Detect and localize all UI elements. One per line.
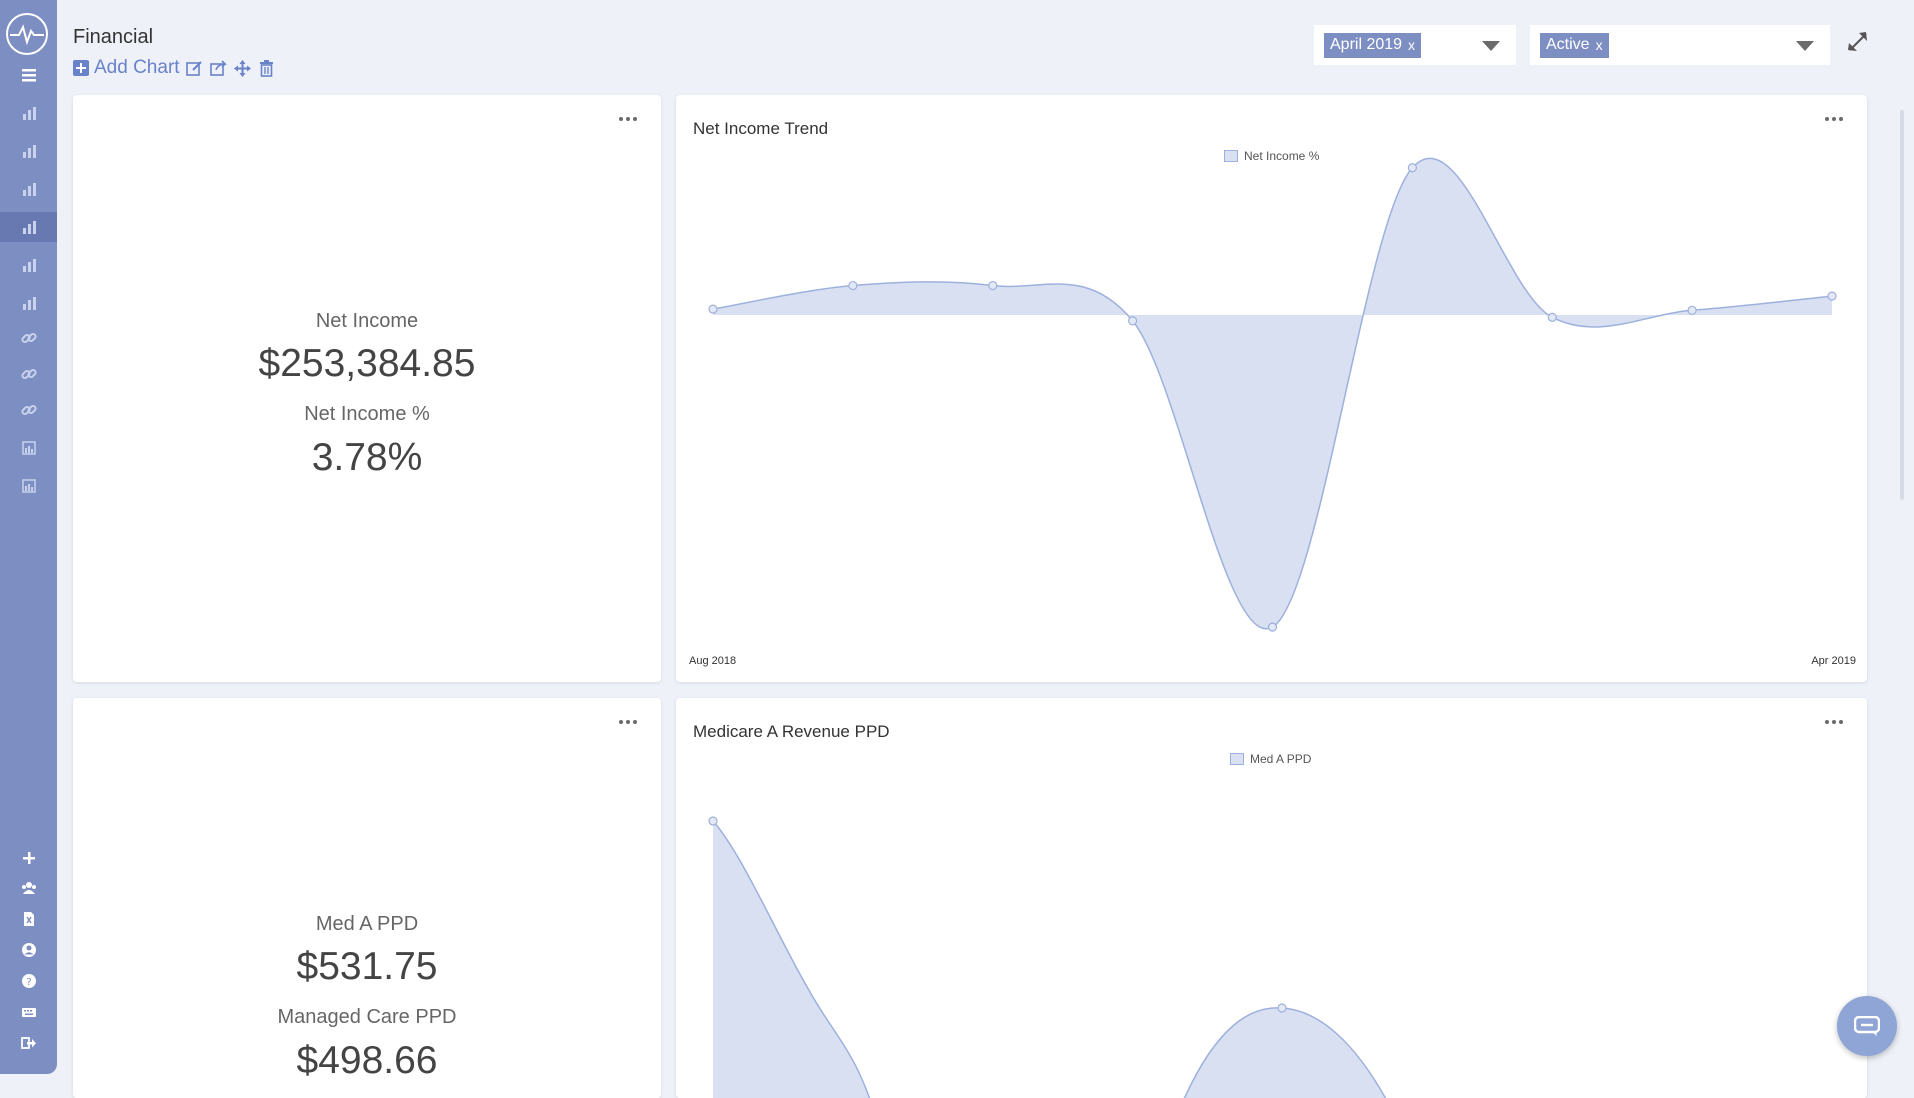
toolbar: Add Chart — [73, 56, 276, 80]
chevron-down-icon[interactable] — [1796, 41, 1814, 51]
share-icon[interactable] — [210, 59, 228, 77]
users-nav-item[interactable] — [0, 873, 57, 903]
bar-chart-icon — [22, 183, 36, 196]
add-chart-label: Add Chart — [94, 57, 180, 78]
user-circle-nav-item[interactable] — [0, 935, 57, 965]
series-area — [713, 821, 870, 1098]
kpi-label-net-income: Net Income — [315, 310, 419, 332]
data-point[interactable] — [1128, 316, 1138, 326]
medicare-a-revenue-plot — [708, 816, 1387, 1098]
period-filter-select[interactable]: April 2019 x — [1314, 25, 1516, 65]
bar-chart-icon — [22, 107, 36, 120]
link-nav-item[interactable] — [0, 323, 57, 353]
report-nav-item[interactable] — [0, 471, 57, 501]
bar-chart-nav-item[interactable] — [0, 136, 57, 166]
card-menu-button[interactable] — [615, 113, 641, 125]
data-point[interactable] — [1277, 1003, 1287, 1013]
users-icon — [21, 882, 36, 894]
period-chip-label: April 2019 — [1330, 35, 1403, 53]
bar-chart-nav-item[interactable] — [0, 212, 57, 242]
kpi-label-med-a-ppd: Med A PPD — [315, 913, 419, 935]
med-a-ppd-card: Med A PPD $531.75 Managed Care PPD $498.… — [73, 698, 661, 1098]
kpi-value-net-income-pct: 3.78% — [311, 436, 423, 479]
link-icon — [20, 404, 37, 416]
report-icon — [21, 441, 36, 455]
logo-heartbeat-icon[interactable] — [6, 13, 48, 55]
plus-icon — [22, 852, 35, 864]
report-nav-item[interactable] — [0, 433, 57, 463]
svg-text:?: ? — [26, 977, 31, 988]
card-menu-button[interactable] — [615, 716, 641, 728]
chat-button[interactable] — [1837, 996, 1897, 1056]
logout-nav-item[interactable] — [0, 1028, 57, 1058]
data-point[interactable] — [988, 280, 998, 291]
kpi-value-net-income: $253,384.85 — [258, 342, 476, 385]
keyboard-icon — [21, 1008, 36, 1017]
bar-chart-nav-item[interactable] — [0, 250, 57, 280]
plus-nav-item[interactable] — [0, 843, 57, 873]
data-point[interactable] — [1827, 291, 1837, 301]
file-nav-item[interactable] — [0, 904, 57, 934]
bar-chart-nav-item[interactable] — [0, 174, 57, 204]
period-chip: April 2019 x — [1324, 32, 1422, 58]
link-nav-item[interactable] — [0, 395, 57, 425]
link-icon — [20, 332, 37, 344]
bar-chart-icon — [22, 145, 36, 158]
report-icon — [21, 479, 36, 493]
data-point[interactable] — [1407, 163, 1417, 173]
chat-icon — [1854, 1016, 1880, 1036]
user-circle-icon — [21, 943, 36, 957]
chevron-down-icon[interactable] — [1482, 41, 1500, 51]
data-point[interactable] — [848, 280, 858, 291]
bar-chart-icon — [22, 297, 36, 310]
bar-chart-nav-item[interactable] — [0, 98, 57, 128]
data-point[interactable] — [708, 816, 718, 826]
scrollbar[interactable] — [1900, 110, 1904, 500]
medicare-a-revenue-card: Medicare A Revenue PPD Med A PPD — [676, 698, 1867, 1098]
status-filter-select[interactable]: Active x — [1530, 25, 1830, 65]
logout-icon — [20, 1037, 36, 1049]
kpi-label-net-income-pct: Net Income % — [304, 403, 430, 425]
net-income-trend-card: Net Income Trend Net Income % Aug 2018 A… — [676, 95, 1867, 682]
x-axis-label-start: Aug 2018 — [689, 655, 737, 667]
trash-icon[interactable] — [258, 59, 276, 77]
status-chip-remove[interactable]: x — [1596, 37, 1603, 53]
status-chip-label: Active — [1546, 35, 1590, 53]
file-icon — [23, 912, 34, 926]
kpi-value-med-a-ppd: $531.75 — [296, 945, 438, 988]
plus-square-icon — [73, 60, 89, 76]
data-point[interactable] — [1547, 312, 1557, 322]
data-point[interactable] — [1267, 622, 1278, 632]
menu-icon[interactable] — [0, 60, 57, 90]
kpi-label-managed-care-ppd: Managed Care PPD — [277, 1006, 457, 1028]
bar-chart-nav-item[interactable] — [0, 288, 57, 318]
add-chart-button[interactable]: Add Chart — [73, 57, 180, 79]
link-nav-item[interactable] — [0, 359, 57, 389]
help-nav-item[interactable]: ? — [0, 966, 57, 996]
x-axis-label-end: Apr 2019 — [1811, 655, 1856, 667]
series-area — [713, 158, 1832, 629]
kpi-value-managed-care-ppd: $498.66 — [296, 1039, 438, 1082]
period-chip-remove[interactable]: x — [1408, 37, 1415, 53]
net-income-trend-plot — [708, 157, 1837, 632]
keyboard-nav-item[interactable] — [0, 997, 57, 1027]
bar-chart-icon — [22, 259, 36, 272]
bar-chart-icon — [22, 221, 36, 234]
help-icon: ? — [21, 974, 36, 988]
edit-icon[interactable] — [186, 59, 204, 77]
data-point[interactable] — [708, 304, 718, 314]
expand-icon[interactable] — [1846, 30, 1870, 54]
link-icon — [20, 368, 37, 380]
status-chip: Active x — [1540, 32, 1609, 58]
data-point[interactable] — [1687, 305, 1697, 315]
net-income-card: Net Income $253,384.85 Net Income % 3.78… — [73, 95, 661, 682]
page-title: Financial — [73, 26, 154, 48]
sidebar: ? — [0, 0, 57, 1074]
move-icon[interactable] — [234, 59, 252, 77]
